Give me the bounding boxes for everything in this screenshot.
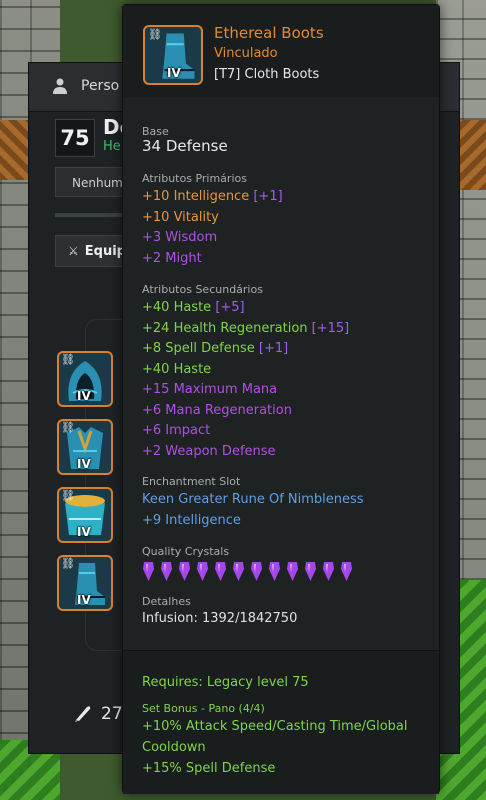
details-label: Detalhes	[142, 595, 191, 608]
stat-line: +40 Haste	[142, 362, 211, 377]
panel-title: Perso	[81, 78, 120, 94]
bound-link-icon: ⛓	[61, 353, 75, 366]
crystal-icon	[269, 562, 280, 581]
base-defense: 34 Defense	[142, 137, 228, 155]
stat-text: +2 Weapon Defense	[142, 443, 276, 459]
enchantment-name: Keen Greater Rune Of Nimbleness	[142, 492, 364, 507]
stat-text: +8 Spell Defense	[142, 341, 255, 356]
stat-line: +6 Impact	[142, 423, 210, 438]
quill-value: 27	[101, 704, 123, 724]
slot-tier: IV	[77, 389, 91, 403]
slot-tier: IV	[77, 457, 91, 471]
stat-text: +10 Intelligence	[142, 189, 250, 204]
stat-bonus: [+5]	[211, 300, 245, 315]
item-icon: ⛓ IV	[143, 25, 203, 85]
crystal-icon	[341, 562, 352, 581]
crystal-icon	[323, 562, 334, 581]
stat-line: +3 Wisdom	[142, 230, 217, 245]
stat-text: +15 Maximum Mana	[142, 382, 278, 397]
secondary-attributes-label: Atributos Secundários	[142, 283, 263, 296]
stat-text: +40 Haste	[142, 300, 212, 315]
bound-link-icon: ⛓	[61, 489, 75, 502]
stat-line: +2 Weapon Defense	[142, 444, 276, 459]
quality-crystals	[142, 561, 353, 583]
item-bound-status: Vinculado	[214, 46, 278, 61]
item-tier: IV	[167, 66, 181, 80]
primary-attributes-label: Atributos Primários	[142, 172, 247, 185]
set-bonus-2: +15% Spell Defense	[142, 761, 276, 776]
equipment-slot-chest[interactable]: ⛓ IV	[57, 419, 113, 475]
stat-line: +8 Spell Defense [+1]	[142, 341, 288, 356]
stat-bonus: [+15]	[307, 320, 350, 336]
stat-text: +10 Vitality	[142, 209, 219, 225]
tooltip-header: ⛓ IV Ethereal Boots Vinculado [T7] Cloth…	[123, 5, 439, 97]
quality-crystals-label: Quality Crystals	[142, 545, 230, 558]
stat-line: +10 Vitality	[142, 210, 219, 225]
set-bonus-1-line-2: Cooldown	[142, 740, 206, 755]
quill-icon	[75, 706, 91, 722]
equipment-icon: ⚔	[68, 244, 79, 258]
set-bonus-1-line-1: +10% Attack Speed/Casting Time/Global	[142, 719, 408, 734]
equipment-slot-boots[interactable]: ⛓ IV	[57, 555, 113, 611]
crystal-icon	[179, 562, 190, 581]
bound-link-icon: ⛓	[148, 28, 162, 41]
character-class: He	[103, 139, 121, 154]
stat-text: +6 Mana Regeneration	[142, 402, 292, 418]
crystal-icon	[287, 562, 298, 581]
stat-bonus: [+1]	[249, 189, 283, 204]
set-bonus-label: Set Bonus - Pano (4/4)	[142, 702, 265, 715]
enchantment-slot-label: Enchantment Slot	[142, 475, 241, 488]
crystal-icon	[197, 562, 208, 581]
crystal-icon	[161, 562, 172, 581]
crystal-icon	[305, 562, 316, 581]
stat-text: +2 Might	[142, 250, 202, 266]
crystal-icon	[233, 562, 244, 581]
character-level: 75	[55, 119, 95, 157]
item-type: [T7] Cloth Boots	[214, 67, 320, 82]
stat-text: +6 Impact	[142, 423, 211, 438]
stat-text: +24 Health Regeneration	[142, 320, 308, 336]
item-name: Ethereal Boots	[214, 24, 324, 42]
tooltip-footer: Requires: Legacy level 75 Set Bonus - Pa…	[123, 650, 439, 794]
stat-bonus: [+1]	[254, 341, 289, 356]
person-icon	[53, 78, 67, 94]
equipment-slot-head[interactable]: ⛓ IV	[57, 351, 113, 407]
stat-line: +24 Health Regeneration [+15]	[142, 321, 349, 336]
infusion-value: Infusion: 1392/1842750	[142, 611, 298, 626]
stat-line: +40 Haste [+5]	[142, 300, 245, 315]
slot-tier: IV	[77, 525, 91, 539]
stat-line: +10 Intelligence [+1]	[142, 189, 283, 204]
requirement: Requires: Legacy level 75	[142, 675, 309, 690]
bound-link-icon: ⛓	[61, 557, 75, 570]
bound-link-icon: ⛓	[61, 421, 75, 434]
stat-text: +3 Wisdom	[142, 230, 218, 245]
crystal-icon	[215, 562, 226, 581]
item-tooltip: ⛓ IV Ethereal Boots Vinculado [T7] Cloth…	[122, 4, 440, 794]
enchantment-bonus: +9 Intelligence	[142, 513, 241, 528]
stat-line: +6 Mana Regeneration	[142, 403, 292, 418]
stat-line: +2 Might	[142, 251, 202, 266]
crystal-icon	[143, 562, 154, 581]
crystal-icon	[251, 562, 262, 581]
stat-line: +15 Maximum Mana	[142, 382, 277, 397]
stat-text: +40 Haste	[142, 361, 212, 377]
equipment-slot-belt[interactable]: ⛓ IV	[57, 487, 113, 543]
slot-tier: IV	[77, 593, 91, 607]
